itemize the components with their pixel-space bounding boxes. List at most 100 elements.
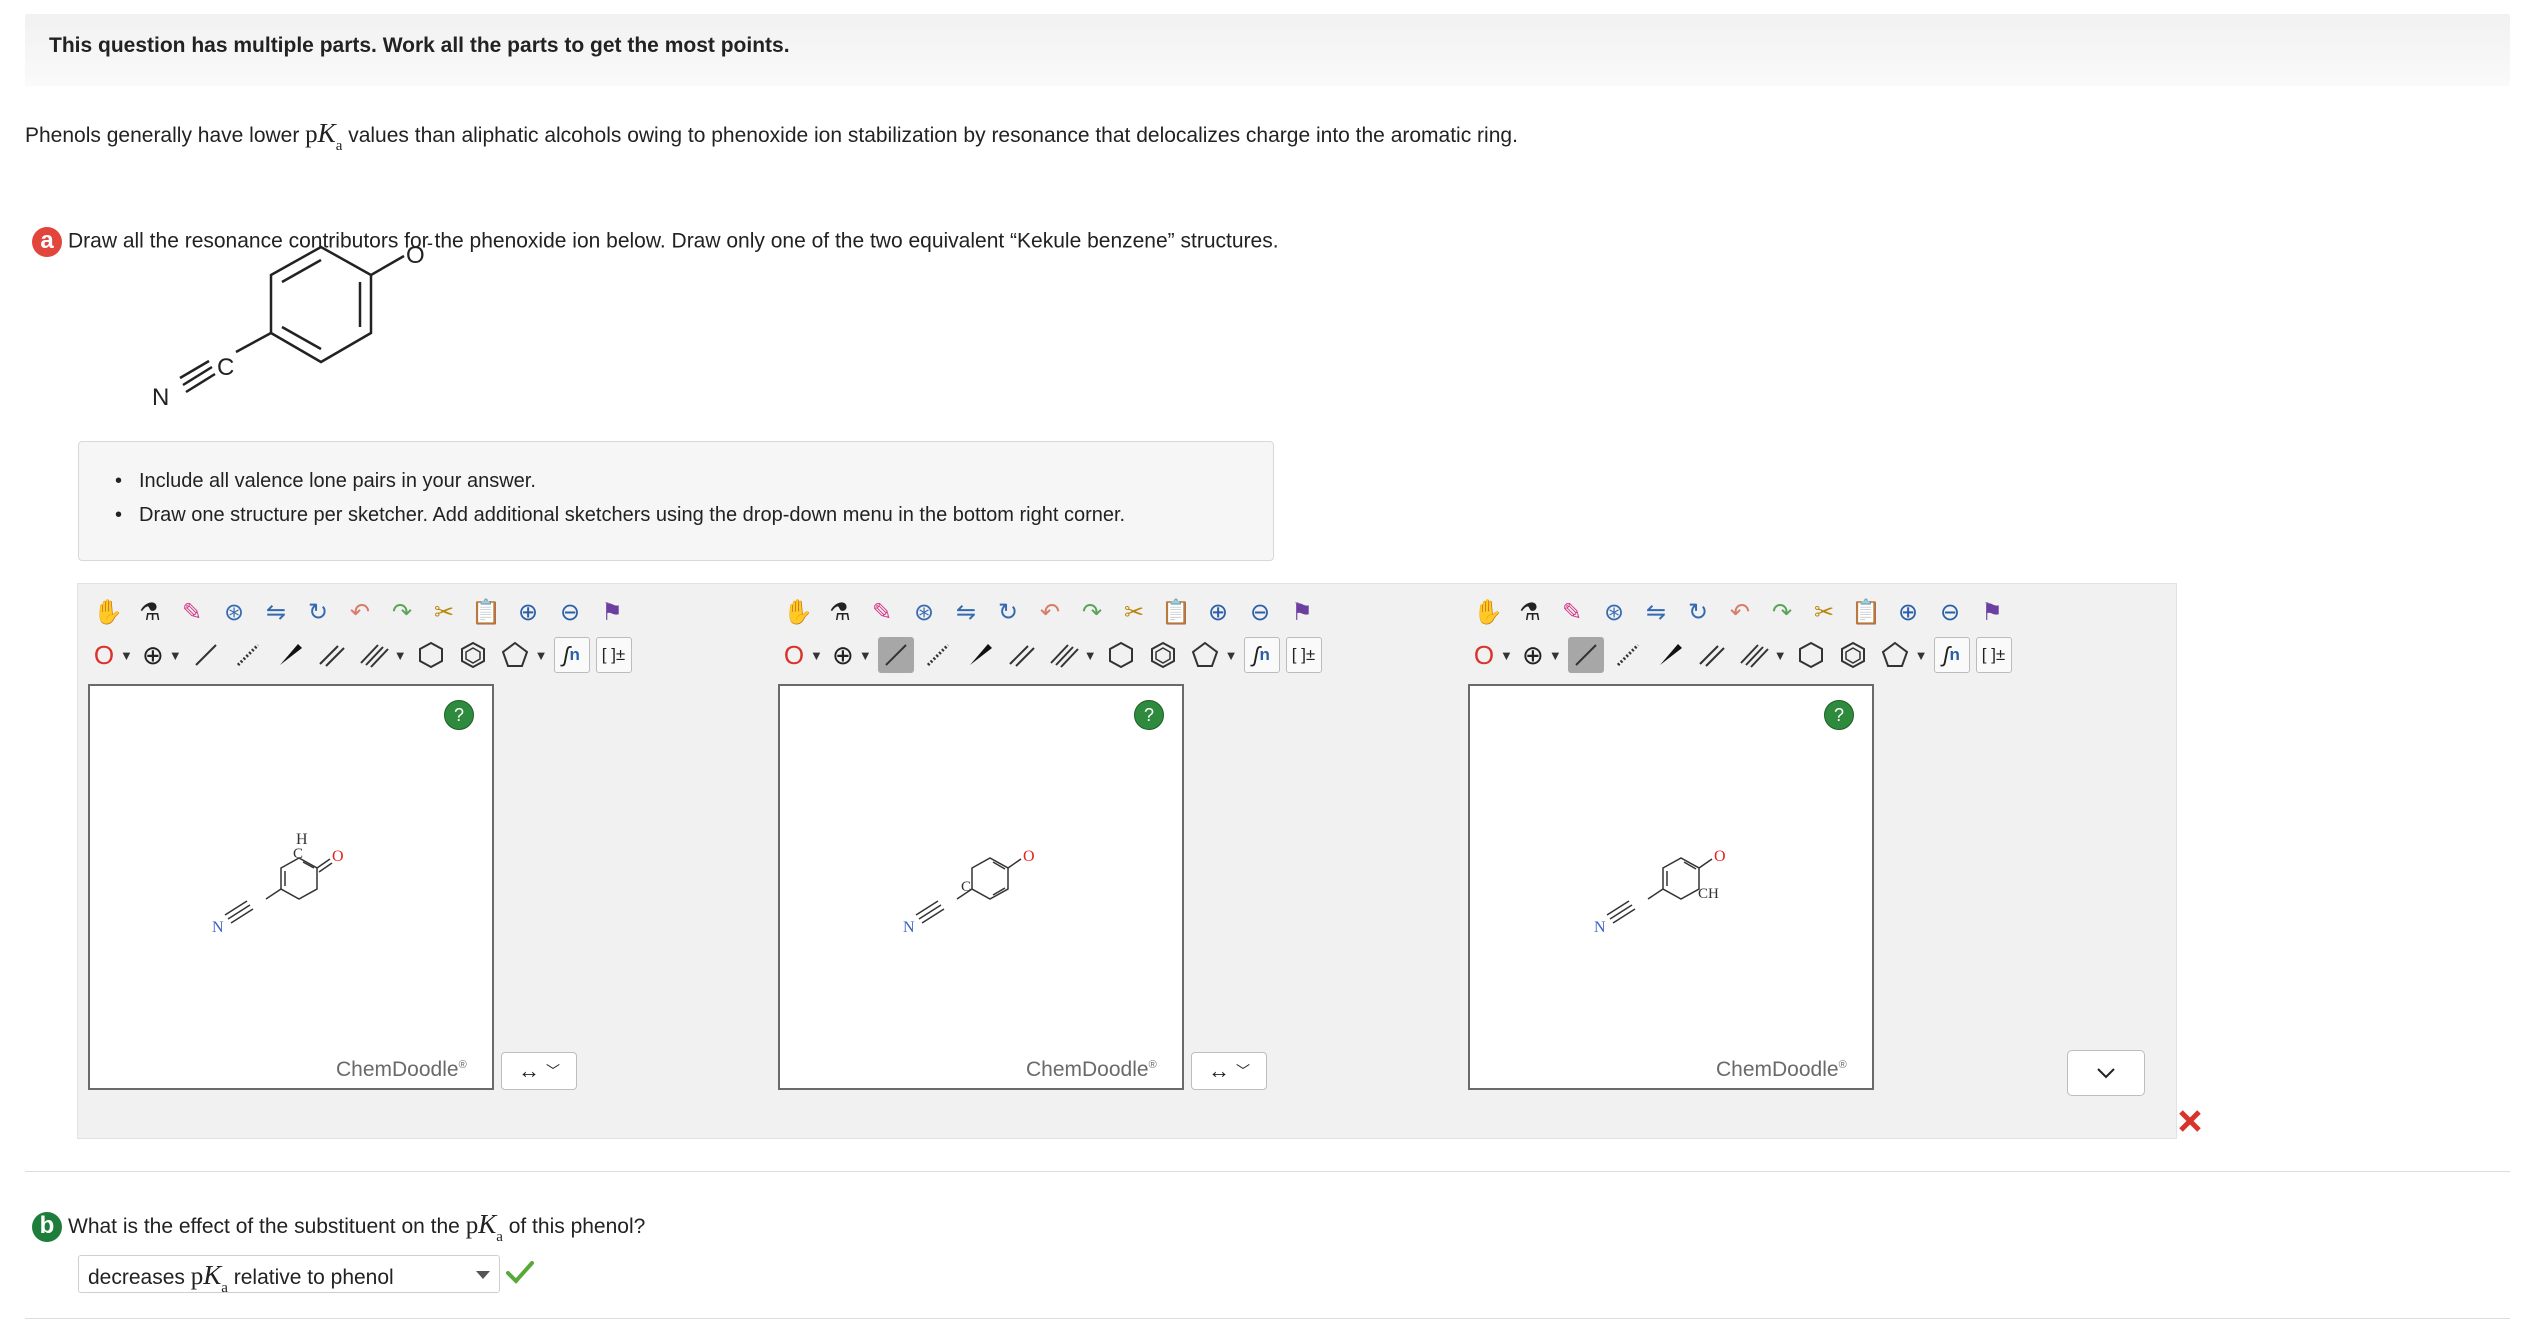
charge-button[interactable]: ⊕ <box>139 637 167 673</box>
undo-icon[interactable]: ↶ <box>1032 594 1068 630</box>
zoom-in-icon[interactable]: ⊕ <box>1890 594 1926 630</box>
ring-gear-icon[interactable]: ⊛ <box>216 594 252 630</box>
hand-icon[interactable]: ✋ <box>780 594 816 630</box>
benzene-icon[interactable] <box>1835 637 1871 673</box>
chevron-down-icon[interactable]: ▼ <box>394 648 407 663</box>
carbon-label: C <box>217 354 234 381</box>
banner-text: This question has multiple parts. Work a… <box>49 34 790 57</box>
chevron-down-icon[interactable]: ▼ <box>810 648 823 663</box>
pentagon-icon[interactable] <box>1877 637 1913 673</box>
double-bond-icon[interactable] <box>1004 637 1040 673</box>
single-bond-icon[interactable] <box>1567 637 1604 673</box>
chevron-down-icon[interactable]: ▼ <box>120 648 133 663</box>
triple-bond-icon[interactable] <box>356 637 392 673</box>
undo-icon[interactable]: ↶ <box>342 594 378 630</box>
bottle-icon[interactable]: ⚗ <box>1512 594 1548 630</box>
element-button[interactable]: O <box>90 637 118 673</box>
hexagon-icon[interactable] <box>1103 637 1139 673</box>
chevron-down-icon[interactable]: ▼ <box>1225 648 1238 663</box>
clean-icon[interactable]: ⚑ <box>1974 594 2010 630</box>
eraser-icon[interactable]: ✎ <box>1554 594 1590 630</box>
sgroup-button[interactable]: ʃn <box>553 637 590 673</box>
sketcher-area: ✋ ⚗ ✎ ⊛ ⇋ ↻ ↶ ↷ ✂ 📋 ⊕ ⊖ ⚑ O▼ ⊕▼ ▼ ▼ ʃn <box>77 583 2177 1139</box>
charge-button[interactable]: ⊕ <box>829 637 857 673</box>
flip-icon[interactable]: ⇋ <box>1638 594 1674 630</box>
zoom-out-icon[interactable]: ⊖ <box>1242 594 1278 630</box>
bracket-button[interactable]: [ ]± <box>595 637 632 673</box>
rotate-icon[interactable]: ↻ <box>1680 594 1716 630</box>
zoom-in-icon[interactable]: ⊕ <box>1200 594 1236 630</box>
double-bond-icon[interactable] <box>1694 637 1730 673</box>
cut-icon[interactable]: ✂ <box>1806 594 1842 630</box>
bracket-button[interactable]: [ ]± <box>1285 637 1322 673</box>
redo-icon[interactable]: ↷ <box>1764 594 1800 630</box>
hexagon-icon[interactable] <box>413 637 449 673</box>
rotate-icon[interactable]: ↻ <box>300 594 336 630</box>
hand-icon[interactable]: ✋ <box>90 594 126 630</box>
answer-select[interactable]: decreases pKa relative to phenol <box>78 1255 500 1296</box>
element-button[interactable]: O <box>1470 637 1498 673</box>
charge-button[interactable]: ⊕ <box>1519 637 1547 673</box>
paste-icon[interactable]: 📋 <box>468 594 504 630</box>
wedge-bond-icon[interactable] <box>1652 637 1688 673</box>
chevron-down-icon[interactable]: ▼ <box>859 648 872 663</box>
cut-icon[interactable]: ✂ <box>1116 594 1152 630</box>
benzene-icon[interactable] <box>1145 637 1181 673</box>
sgroup-button[interactable]: ʃn <box>1933 637 1970 673</box>
sgroup-button[interactable]: ʃn <box>1243 637 1280 673</box>
paste-icon[interactable]: 📋 <box>1848 594 1884 630</box>
triple-bond-icon[interactable] <box>1736 637 1772 673</box>
ring-gear-icon[interactable]: ⊛ <box>1596 594 1632 630</box>
rotate-icon[interactable]: ↻ <box>990 594 1026 630</box>
arrow-select[interactable]: ↔ ﹀ <box>1191 1052 1267 1090</box>
drawing-canvas[interactable]: ? CH O N ChemDoodle® <box>1468 684 1874 1090</box>
hashed-bond-icon[interactable] <box>230 637 266 673</box>
eraser-icon[interactable]: ✎ <box>864 594 900 630</box>
triple-bond-icon[interactable] <box>1046 637 1082 673</box>
double-bond-icon[interactable] <box>314 637 350 673</box>
flip-icon[interactable]: ⇋ <box>948 594 984 630</box>
undo-icon[interactable]: ↶ <box>1722 594 1758 630</box>
chevron-down-icon[interactable]: ▼ <box>1084 648 1097 663</box>
hand-icon[interactable]: ✋ <box>1470 594 1506 630</box>
add-sketcher-select[interactable] <box>2067 1050 2145 1096</box>
redo-icon[interactable]: ↷ <box>1074 594 1110 630</box>
chevron-down-icon[interactable]: ▼ <box>535 648 548 663</box>
wedge-bond-icon[interactable] <box>962 637 998 673</box>
arrow-select[interactable]: ↔ ﹀ <box>501 1052 577 1090</box>
chevron-down-icon[interactable]: ▼ <box>1549 648 1562 663</box>
redo-icon[interactable]: ↷ <box>384 594 420 630</box>
bottle-icon[interactable]: ⚗ <box>132 594 168 630</box>
drawing-canvas[interactable]: ? C O N ChemDoodle® <box>778 684 1184 1090</box>
element-button[interactable]: O <box>780 637 808 673</box>
paste-icon[interactable]: 📋 <box>1158 594 1194 630</box>
clean-icon[interactable]: ⚑ <box>594 594 630 630</box>
zoom-out-icon[interactable]: ⊖ <box>1932 594 1968 630</box>
drawing-canvas[interactable]: ? H C O N ChemDoodle® <box>88 684 494 1090</box>
eraser-icon[interactable]: ✎ <box>174 594 210 630</box>
wedge-bond-icon[interactable] <box>272 637 308 673</box>
hexagon-icon[interactable] <box>1793 637 1829 673</box>
hashed-bond-icon[interactable] <box>1610 637 1646 673</box>
chevron-down-icon[interactable]: ▼ <box>1500 648 1513 663</box>
chevron-down-icon[interactable]: ▼ <box>1774 648 1787 663</box>
zoom-out-icon[interactable]: ⊖ <box>552 594 588 630</box>
chevron-down-icon[interactable]: ▼ <box>1915 648 1928 663</box>
bottle-icon[interactable]: ⚗ <box>822 594 858 630</box>
bracket-button[interactable]: [ ]± <box>1975 637 2012 673</box>
zoom-in-icon[interactable]: ⊕ <box>510 594 546 630</box>
single-bond-icon[interactable] <box>877 637 914 673</box>
pentagon-icon[interactable] <box>1187 637 1223 673</box>
chevron-down-icon[interactable]: ▼ <box>169 648 182 663</box>
flip-icon[interactable]: ⇋ <box>258 594 294 630</box>
incorrect-icon <box>2179 1110 2201 1132</box>
structure-drawing: C O N <box>903 848 1035 936</box>
single-bond-icon[interactable] <box>188 637 224 673</box>
pentagon-icon[interactable] <box>497 637 533 673</box>
phenoxide-structure: O - C N <box>152 233 433 411</box>
ring-gear-icon[interactable]: ⊛ <box>906 594 942 630</box>
clean-icon[interactable]: ⚑ <box>1284 594 1320 630</box>
benzene-icon[interactable] <box>455 637 491 673</box>
hashed-bond-icon[interactable] <box>920 637 956 673</box>
cut-icon[interactable]: ✂ <box>426 594 462 630</box>
